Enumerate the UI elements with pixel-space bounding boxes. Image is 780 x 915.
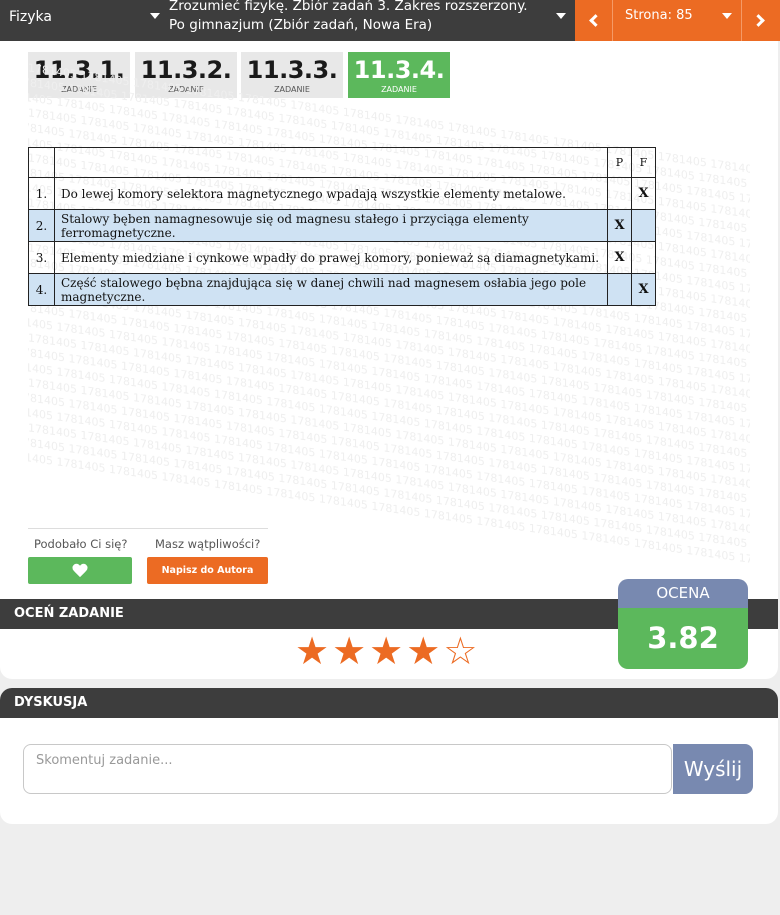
chevron-left-icon — [589, 14, 602, 27]
star-filled-icon[interactable]: ★ — [369, 630, 403, 672]
book-title: Zrozumieć fizykę. Zbiór zadań 3. Zakres … — [169, 0, 528, 33]
rating-score-box: OCENA 3.82 — [618, 579, 748, 669]
table-header-row: P F — [28, 147, 656, 178]
star-filled-icon[interactable]: ★ — [295, 630, 329, 672]
table-row: 4. Część stalowego bębna znajdująca się … — [28, 273, 656, 306]
row-statement: Stalowy bęben namagnesowuje się od magne… — [54, 209, 608, 242]
star-empty-icon[interactable]: ☆ — [443, 630, 477, 672]
row-f-mark — [631, 209, 656, 242]
row-f-mark: X — [631, 177, 656, 210]
row-statement: Część stalowego bębna znajdująca się w d… — [54, 273, 608, 306]
liked-question: Podobało Ci się? — [34, 537, 128, 551]
discussion-card: DYSKUSJA Skomentuj zadanie... Wyślij — [0, 688, 778, 824]
caret-down-icon — [556, 13, 566, 19]
table-row: 3. Elementy miedziane i cynkowe wpadły d… — [28, 241, 656, 274]
row-number: 4. — [28, 273, 55, 306]
column-p: P — [607, 147, 632, 178]
comment-input[interactable]: Skomentuj zadanie... — [23, 744, 672, 794]
task-number: 11.3.3. — [246, 56, 338, 84]
task-tab-11-3-4[interactable]: 11.3.4. ZADANIE — [348, 52, 450, 98]
subject-select[interactable]: Fizyka — [0, 0, 167, 41]
row-p-mark — [607, 177, 632, 210]
row-number: 2. — [28, 209, 55, 242]
page-label: Strona: 85 — [625, 8, 693, 23]
star-filled-icon[interactable]: ★ — [406, 630, 440, 672]
like-button[interactable] — [28, 557, 132, 584]
feedback-panel: Podobało Ci się? Masz wątpliwości? Napis… — [28, 528, 268, 584]
heart-icon — [72, 564, 88, 578]
top-bar: Fizyka Zrozumieć fizykę. Zbiór zadań 3. … — [0, 0, 780, 41]
column-f: F — [631, 147, 656, 178]
doubts-question: Masz wątpliwości? — [155, 537, 261, 551]
watermark: 1781405 1781405 1781405 1781405 1781405 … — [28, 61, 750, 567]
next-page-button[interactable] — [741, 0, 779, 41]
star-rating: ★ ★ ★ ★ ☆ — [295, 630, 477, 672]
row-statement: Elementy miedziane i cynkowe wpadły do p… — [54, 241, 608, 274]
rating-score-label: OCENA — [618, 579, 748, 608]
page-navigation: Strona: 85 — [575, 0, 780, 41]
page-select[interactable]: Strona: 85 — [614, 0, 741, 41]
row-p-mark: X — [607, 241, 632, 274]
previous-page-button[interactable] — [575, 0, 613, 41]
row-p-mark — [607, 273, 632, 306]
book-select[interactable]: Zrozumieć fizykę. Zbiór zadań 3. Zakres … — [167, 0, 575, 41]
task-number: 11.3.4. — [353, 56, 445, 84]
caret-down-icon — [150, 13, 160, 19]
true-false-table: P F 1. Do lewej komory selektora magnety… — [28, 147, 656, 306]
subject-label: Fizyka — [9, 9, 52, 25]
row-number: 1. — [28, 177, 55, 210]
discussion-header: DYSKUSJA — [0, 688, 778, 718]
task-label: ZADANIE — [381, 85, 417, 94]
star-filled-icon[interactable]: ★ — [332, 630, 366, 672]
table-row: 2. Stalowy bęben namagnesowuje się od ma… — [28, 209, 656, 242]
task-tab-11-3-3[interactable]: 11.3.3. ZADANIE — [241, 52, 343, 98]
send-button[interactable]: Wyślij — [673, 744, 753, 794]
write-to-author-button[interactable]: Napisz do Autora — [147, 557, 268, 584]
caret-down-icon — [722, 13, 732, 19]
table-row: 1. Do lewej komory selektora magnetyczne… — [28, 177, 656, 210]
chevron-right-icon — [752, 14, 765, 27]
row-f-mark: X — [631, 273, 656, 306]
rating-score-value: 3.82 — [618, 608, 748, 669]
row-number: 3. — [28, 241, 55, 274]
row-p-mark: X — [607, 209, 632, 242]
row-statement: Do lewej komory selektora magnetycznego … — [54, 177, 608, 210]
row-f-mark — [631, 241, 656, 274]
